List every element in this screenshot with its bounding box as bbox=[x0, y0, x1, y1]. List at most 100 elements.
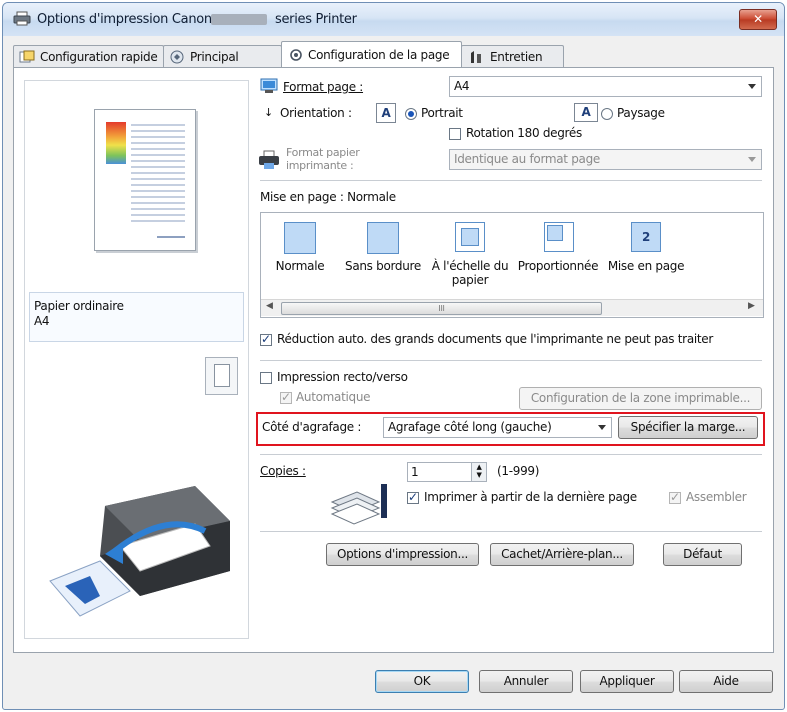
title-bar: Options d'impression Canon series Printe… bbox=[3, 3, 784, 36]
tab-label: Entretien bbox=[490, 50, 543, 64]
print-from-last-page-label[interactable]: Imprimer à partir de la dernière page bbox=[424, 490, 637, 504]
paper-size-text: A4 bbox=[34, 314, 50, 328]
scroll-right-icon[interactable]: ▶ bbox=[748, 301, 755, 311]
maintenance-icon bbox=[471, 51, 481, 63]
landscape-label[interactable]: Paysage bbox=[617, 106, 665, 120]
layout-scrollbar[interactable]: ◀ III ▶ bbox=[261, 299, 763, 316]
stapling-side-label: Côté d'agrafage : bbox=[262, 420, 362, 434]
preview-pane: Papier ordinaire A4 bbox=[24, 80, 249, 639]
close-icon: ✕ bbox=[753, 12, 763, 26]
fit-to-paper-icon bbox=[455, 222, 485, 252]
tab-page-setup[interactable]: Configuration de la page bbox=[281, 41, 462, 67]
scroll-thumb[interactable]: III bbox=[281, 302, 602, 315]
divider bbox=[260, 454, 762, 456]
orientation-label: Orientation : bbox=[280, 106, 352, 120]
rotate-180-checkbox[interactable] bbox=[449, 128, 461, 140]
page-size-value: A4 bbox=[454, 79, 470, 93]
printer-paper-select[interactable]: Identique au format page bbox=[449, 149, 762, 170]
scroll-left-icon[interactable]: ◀ bbox=[266, 301, 273, 311]
layout-item-label: Proportionnée bbox=[517, 259, 599, 273]
tab-label: Configuration rapide bbox=[40, 50, 158, 64]
quick-setup-icon bbox=[19, 50, 35, 63]
layout-item-label: Mise en page bbox=[607, 259, 685, 273]
copies-value: 1 bbox=[411, 465, 419, 479]
printer-illustration bbox=[49, 486, 230, 617]
layout-item-label-1: À l'échelle du bbox=[431, 259, 509, 273]
layout-item-scaled[interactable]: Proportionnée bbox=[514, 214, 602, 298]
window-title: Options d'impression Canon bbox=[37, 12, 212, 27]
printer-paper-icon bbox=[259, 150, 279, 169]
tab-quick-setup[interactable]: Configuration rapide bbox=[13, 45, 164, 67]
auto-reduce-checkbox[interactable] bbox=[260, 332, 272, 346]
landscape-icon: A bbox=[574, 103, 598, 122]
portrait-icon: A bbox=[376, 103, 396, 123]
preview-text-lines bbox=[131, 124, 185, 224]
layout-list: Normale Sans bordure À l'échelle du papi… bbox=[260, 212, 764, 318]
layout-item-label: Sans bordure bbox=[345, 259, 421, 273]
tab-main[interactable]: Principal bbox=[163, 45, 282, 67]
preview-footer bbox=[157, 236, 185, 238]
page-size-label: Format page : bbox=[283, 80, 364, 94]
divider bbox=[260, 531, 762, 533]
stapling-side-select[interactable]: Agrafage côté long (gauche) bbox=[383, 417, 612, 438]
portrait-radio[interactable] bbox=[405, 108, 417, 120]
redacted-model-name bbox=[211, 14, 267, 25]
portrait-label[interactable]: Portrait bbox=[421, 106, 463, 120]
duplex-checkbox[interactable] bbox=[260, 372, 272, 384]
layout-item-label: Normale bbox=[275, 259, 325, 273]
printer-paper-label-1: Format papier bbox=[286, 146, 360, 159]
apply-button[interactable]: Appliquer bbox=[580, 670, 674, 693]
chevron-down-icon bbox=[748, 157, 756, 162]
page-setup-panel: Papier ordinaire A4 Format page : A4 ↓ O… bbox=[13, 67, 774, 653]
collate-label[interactable]: Assembler bbox=[686, 490, 747, 504]
chevron-down-icon bbox=[598, 425, 606, 430]
orientation-preview bbox=[205, 357, 238, 395]
layout-item-borderless[interactable]: Sans bordure bbox=[340, 214, 426, 298]
layout-item-page-layout[interactable]: 2 Mise en page bbox=[603, 214, 689, 298]
layout-label: Mise en page : Normale bbox=[260, 190, 396, 204]
help-button[interactable]: Aide bbox=[679, 670, 773, 693]
copies-label: Copies : bbox=[260, 464, 306, 478]
printer-paper-value: Identique au format page bbox=[454, 152, 600, 166]
tab-label: Configuration de la page bbox=[308, 48, 450, 62]
orientation-arrow-icon: ↓ bbox=[264, 106, 273, 119]
stamp-background-button[interactable]: Cachet/Arrière-plan... bbox=[490, 543, 634, 566]
print-area-setup-button[interactable]: Configuration de la zone imprimable... bbox=[519, 387, 762, 410]
printer-icon bbox=[13, 11, 31, 26]
print-options-button[interactable]: Options d'impression... bbox=[326, 543, 479, 566]
divider bbox=[260, 360, 762, 362]
page-setup-icon bbox=[290, 49, 302, 61]
ok-button[interactable]: OK bbox=[375, 670, 469, 693]
paper-info-box: Papier ordinaire A4 bbox=[29, 292, 244, 342]
cancel-button[interactable]: Annuler bbox=[479, 670, 573, 693]
media-type-text: Papier ordinaire bbox=[34, 299, 124, 313]
layout-item-label-2: papier bbox=[451, 273, 489, 287]
printer-paper-label-2: imprimante : bbox=[286, 159, 354, 172]
print-from-last-page-checkbox[interactable] bbox=[407, 490, 419, 504]
page-preview bbox=[94, 109, 196, 251]
copies-spinner[interactable]: ▲ ▼ bbox=[471, 463, 486, 481]
tab-label: Principal bbox=[190, 50, 239, 64]
page-size-select[interactable]: A4 bbox=[449, 76, 762, 97]
auto-reduce-label[interactable]: Réduction auto. des grands documents que… bbox=[277, 332, 713, 346]
defaults-button[interactable]: Défaut bbox=[663, 543, 742, 566]
scaled-layout-icon bbox=[544, 222, 574, 252]
stapling-side-value: Agrafage côté long (gauche) bbox=[388, 420, 552, 434]
landscape-radio[interactable] bbox=[601, 108, 613, 120]
tab-maintenance[interactable]: Entretien bbox=[461, 45, 564, 67]
collate-checkbox[interactable] bbox=[669, 490, 681, 504]
layout-item-normal[interactable]: Normale bbox=[262, 214, 338, 298]
automatic-label[interactable]: Automatique bbox=[296, 390, 371, 404]
rotate-180-label[interactable]: Rotation 180 degrés bbox=[466, 126, 582, 140]
copies-input[interactable]: 1 ▲ ▼ bbox=[407, 462, 487, 482]
borderless-layout-icon bbox=[367, 222, 399, 254]
page-layout-icon: 2 bbox=[631, 222, 661, 252]
close-button[interactable]: ✕ bbox=[739, 9, 777, 30]
specify-margin-button[interactable]: Spécifier la marge... bbox=[618, 416, 758, 439]
page-size-icon bbox=[260, 78, 278, 93]
stack-pages-icon bbox=[330, 484, 387, 525]
layout-item-fit-to-paper[interactable]: À l'échelle du papier bbox=[427, 214, 513, 298]
preview-color-bar bbox=[106, 122, 126, 164]
duplex-label[interactable]: Impression recto/verso bbox=[277, 370, 408, 384]
automatic-checkbox[interactable] bbox=[280, 390, 292, 404]
